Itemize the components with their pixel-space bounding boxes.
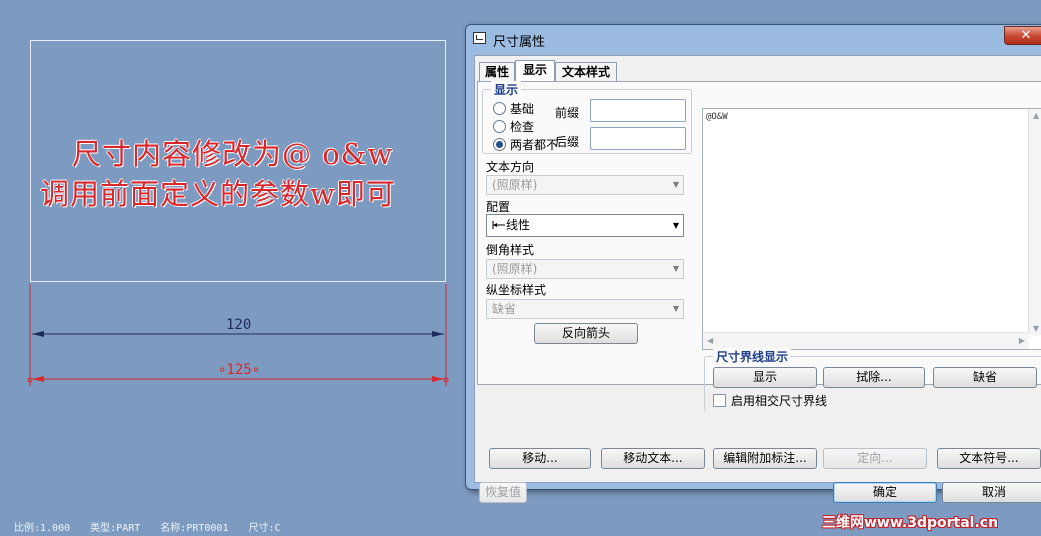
witness-erase-button[interactable]: 拭除...: [823, 367, 925, 388]
witness-show-button[interactable]: 显示: [713, 367, 817, 388]
prefix-input[interactable]: [590, 99, 686, 122]
annotation-line-2: 调用前面定义的参数w即可: [40, 177, 396, 211]
intersect-witness-checkbox[interactable]: 启用相交尺寸界线: [713, 392, 827, 409]
chevron-down-icon: ▼: [672, 221, 679, 230]
move-text-button[interactable]: 移动文本...: [601, 448, 705, 469]
arrow-125-right: [432, 376, 444, 382]
witness-end-right: [443, 377, 449, 383]
placement-value: 线性: [506, 218, 531, 232]
status-size: 尺寸:C: [248, 523, 281, 534]
orient-button[interactable]: 定向...: [823, 448, 927, 469]
radio-inspection-label: 检查: [510, 120, 535, 134]
chevron-down-icon: ▼: [672, 304, 679, 313]
cancel-button[interactable]: 取消: [942, 482, 1041, 503]
chevron-down-icon: ▼: [672, 180, 679, 189]
tab-text-style[interactable]: 文本样式: [555, 62, 617, 81]
prefix-label: 前缀: [555, 106, 580, 120]
dimension-text-125[interactable]: ∘125∘: [218, 362, 260, 378]
chamfer-style-select[interactable]: (照原样) ▼: [486, 259, 684, 279]
witness-default-button[interactable]: 缺省: [933, 367, 1037, 388]
chamfer-style-label: 倒角样式: [486, 243, 535, 257]
placement-select[interactable]: 线性 ▼: [486, 214, 684, 237]
close-button[interactable]: ✕: [1004, 26, 1041, 45]
tab-display[interactable]: 显示: [515, 60, 555, 82]
dialog-client: 属性 显示 文本样式 显示 基础 检查 两者都不 前缀 后缀 文本方向 (照原样…: [474, 55, 1041, 503]
tab-properties[interactable]: 属性: [479, 62, 515, 81]
scroll-left-icon[interactable]: ◀: [707, 336, 713, 345]
text-direction-value: (照原样): [492, 178, 538, 192]
arrow-120-right: [432, 331, 444, 337]
watermark: 三维网www.3dportal.cn: [822, 515, 999, 531]
restore-button[interactable]: 恢复值: [479, 482, 527, 503]
radio-neither[interactable]: 两者都不: [493, 137, 558, 153]
display-tab-panel: 显示 基础 检查 两者都不 前缀 后缀 文本方向 (照原样) ▼ 配置 线性 ▼…: [477, 81, 1041, 412]
placement-label: 配置: [486, 200, 511, 214]
scroll-down-icon[interactable]: ▼: [1033, 324, 1039, 333]
scroll-up-icon[interactable]: ▲: [1033, 111, 1039, 120]
dimension-text-area[interactable]: @O&W ▲ ▼ ◀ ▶: [702, 108, 1041, 350]
intersect-witness-label: 启用相交尺寸界线: [731, 394, 828, 408]
dimension-text-120[interactable]: 120: [226, 317, 251, 333]
ordinate-style-value: 缺省: [492, 302, 517, 316]
radio-basic[interactable]: 基础: [493, 101, 534, 117]
dialog-titlebar[interactable]: 尺寸属性 ✕: [466, 25, 1041, 53]
vertical-scrollbar[interactable]: ▲ ▼: [1028, 109, 1041, 335]
text-symbol-button[interactable]: 文本符号...: [937, 448, 1041, 469]
status-bar: 比例:1.000 类型:PART 名称:PRT0001 尺寸:C: [14, 519, 295, 534]
radio-basic-label: 基础: [510, 102, 535, 116]
radio-neither-label: 两者都不: [510, 138, 559, 152]
chamfer-style-value: (照原样): [492, 262, 538, 276]
witness-group-title: 尺寸界线显示: [713, 348, 792, 365]
intersect-witness-checkbox-box[interactable]: [713, 394, 726, 407]
status-name: 名称:PRT0001: [160, 523, 229, 534]
suffix-input[interactable]: [590, 127, 686, 150]
arrow-125-left: [32, 376, 44, 382]
suffix-label: 后缀: [555, 135, 580, 149]
display-group-title: 显示: [491, 81, 522, 98]
scroll-right-icon[interactable]: ▶: [1019, 336, 1025, 345]
annotation-line-1: 尺寸内容修改为@ o&w: [72, 137, 394, 171]
dialog-title: 尺寸属性: [493, 35, 546, 50]
close-icon: ✕: [1020, 28, 1032, 43]
ordinate-style-label: 纵坐标样式: [486, 283, 547, 297]
radio-neither-indicator[interactable]: [493, 138, 506, 151]
horizontal-scrollbar[interactable]: ◀ ▶: [703, 332, 1029, 349]
dimension-text-value[interactable]: @O&W: [706, 112, 728, 122]
chevron-down-icon: ▼: [672, 264, 679, 273]
dimension-properties-dialog: 尺寸属性 ✕ 属性 显示 文本样式 显示 基础 检查 两者都不 前缀 后缀 文本…: [465, 24, 1041, 503]
radio-inspection-indicator[interactable]: [493, 120, 506, 133]
text-direction-label: 文本方向: [486, 160, 535, 174]
flip-arrows-button[interactable]: 反向箭头: [534, 323, 638, 344]
ok-button[interactable]: 确定: [833, 482, 937, 503]
move-button[interactable]: 移动...: [489, 448, 591, 469]
status-scale: 比例:1.000: [14, 523, 71, 534]
radio-inspection[interactable]: 检查: [493, 119, 534, 135]
arrow-120-left: [32, 331, 44, 337]
witness-end-left: [27, 377, 33, 383]
display-group: 显示 基础 检查 两者都不 前缀 后缀: [482, 81, 692, 154]
status-type: 类型:PART: [90, 523, 141, 534]
text-direction-select[interactable]: (照原样) ▼: [486, 175, 684, 195]
linear-dimension-icon: [492, 221, 505, 229]
window-icon: [473, 32, 486, 44]
edit-attachment-button[interactable]: 编辑附加标注...: [713, 448, 817, 469]
radio-basic-indicator[interactable]: [493, 102, 506, 115]
ordinate-style-select[interactable]: 缺省 ▼: [486, 299, 684, 319]
witness-line-group: 尺寸界线显示 显示 拭除... 缺省 启用相交尺寸界线: [704, 348, 1041, 412]
